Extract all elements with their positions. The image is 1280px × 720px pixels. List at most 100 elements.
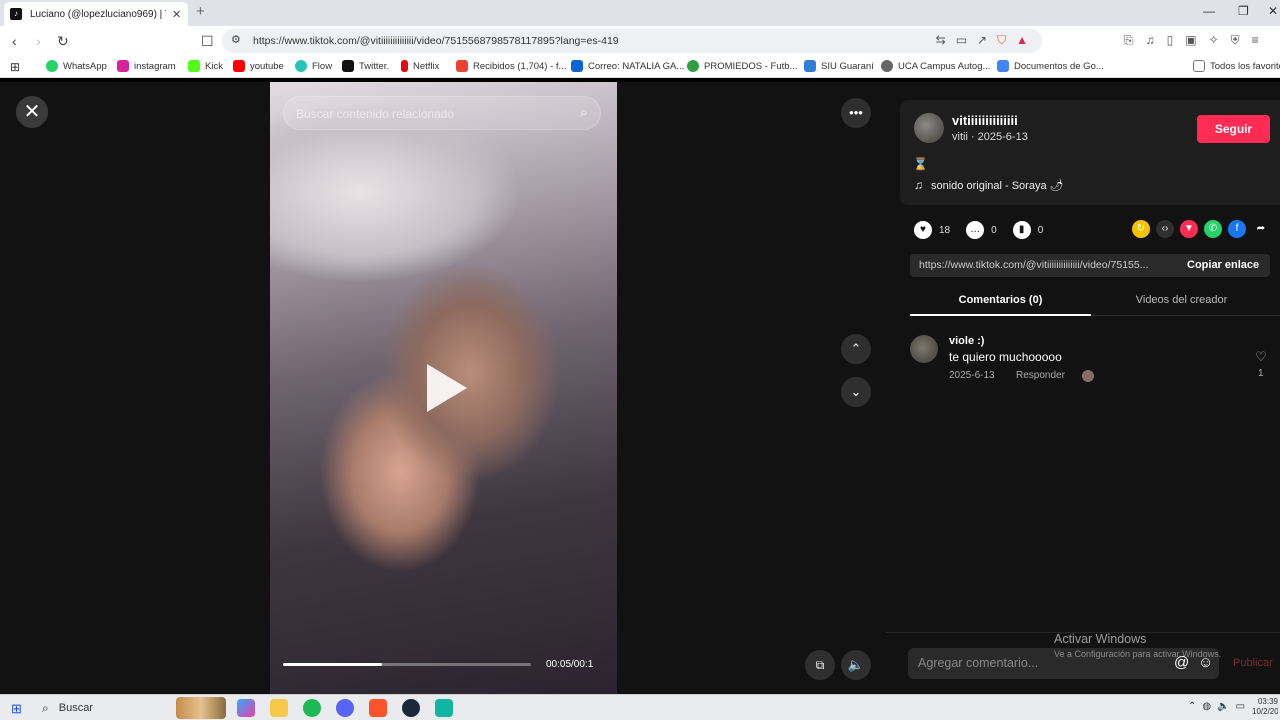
translate-icon[interactable]: ⇆ [936, 33, 946, 48]
url-text[interactable]: https://www.tiktok.com/@vitiiiiiiiiiiiii… [253, 35, 619, 47]
vpn-icon[interactable]: ⛨ [1231, 33, 1240, 48]
close-video-button[interactable]: ✕ [16, 96, 48, 128]
post-comment-button[interactable]: Publicar [1233, 657, 1273, 669]
search-icon[interactable]: ⌕ [580, 104, 588, 121]
bookmark-gmail[interactable]: Recibidos (1,704) - f... [456, 60, 566, 72]
apps-icon[interactable]: ⊞ [10, 60, 20, 74]
taskbar-clock[interactable]: 03:39 10/2/2025 [1252, 697, 1278, 717]
bookmark-all-favorites[interactable]: Todos los favoritos [1193, 60, 1280, 72]
bookmark-netflix[interactable]: Netflix [401, 60, 439, 72]
commenter-name[interactable]: viole :) [949, 335, 984, 347]
media-icon[interactable]: ♫ [1146, 33, 1155, 48]
send-icon[interactable]: ▼ [1180, 220, 1198, 238]
windows-start-icon[interactable]: ⊞ [11, 701, 22, 717]
browser-tab[interactable]: ♪ Luciano (@lopezluciano969) | Tik ✕ [4, 2, 188, 26]
tray-volume-icon[interactable]: 🔈 [1217, 701, 1229, 712]
spotify-icon[interactable] [303, 699, 321, 717]
more-options-button[interactable]: ••• [841, 98, 871, 128]
pip-button[interactable]: ⧉ [805, 650, 835, 680]
video-time: 00:05/00:1 [546, 659, 594, 670]
bookmark-outlook[interactable]: Correo: NATALIA GA... [571, 60, 684, 72]
copilot-icon[interactable] [237, 699, 255, 717]
bookmark-twitter[interactable]: Twitter. [342, 60, 389, 72]
bookmark-icon[interactable]: ☐ [201, 33, 214, 50]
sidebar-icon[interactable]: ▯ [1167, 33, 1174, 48]
copy-link-button[interactable]: Copiar enlace [1187, 259, 1259, 271]
bookmark-instagram[interactable]: instagram [117, 60, 176, 72]
save-count: 0 [1037, 224, 1044, 236]
author-avatar[interactable] [914, 113, 944, 143]
tab-close-icon[interactable]: ✕ [172, 8, 181, 21]
facebook-icon[interactable]: f [1228, 220, 1246, 238]
music-link[interactable]: ♫ sonido original - Soraya 🌶 [914, 178, 1064, 192]
discord-icon[interactable] [336, 699, 354, 717]
instagram-icon [117, 60, 129, 72]
app-icon[interactable] [435, 699, 453, 717]
forward-icon[interactable]: › [36, 33, 41, 49]
save-button[interactable]: ▮ 0 [1012, 221, 1044, 239]
site-info-icon[interactable]: ⚙ [231, 33, 241, 46]
previous-video-button[interactable]: ⌃ [841, 334, 871, 364]
tab-creator-videos[interactable]: Videos del creador [1091, 294, 1272, 306]
video-progress-fill [283, 663, 383, 666]
active-tab-indicator [910, 314, 1091, 316]
tray-network-icon[interactable]: ◍ [1202, 701, 1211, 712]
taskbar-search-icon: ⌕ [42, 700, 49, 715]
repost-icon[interactable]: ↻ [1132, 220, 1150, 238]
wallet-icon[interactable]: ▣ [1185, 33, 1196, 48]
outlook-icon [571, 60, 583, 72]
next-video-button[interactable]: ⌄ [841, 377, 871, 407]
youtube-icon [233, 60, 245, 72]
author-name[interactable]: vitiiiiiiiiiiiiii [952, 113, 1018, 128]
bookmark-uca[interactable]: UCA Campus Autog... [881, 60, 990, 72]
whatsapp-share-icon[interactable]: ✆ [1204, 220, 1222, 238]
video-player[interactable]: Buscar contenido relacionado ⌕ 00:05/00:… [270, 82, 617, 694]
bookmark-siu[interactable]: SIU Guaraní [804, 60, 874, 72]
activate-windows-title: Activar Windows [1054, 632, 1147, 646]
volume-button[interactable]: 🔈 [841, 650, 871, 680]
steam-icon[interactable] [402, 699, 420, 717]
bookmark-kick[interactable]: Kick [188, 60, 223, 72]
embed-icon[interactable]: ‹› [1156, 220, 1174, 238]
share-arrow-icon[interactable]: ➦ [1252, 220, 1270, 238]
cast-icon[interactable]: ▭ [956, 33, 967, 48]
like-count: 18 [939, 224, 951, 236]
bookmark-docs[interactable]: Documentos de Go... [997, 60, 1104, 72]
share-page-icon[interactable]: ↗ [977, 33, 987, 48]
comment-like-icon[interactable]: ♡ [1254, 349, 1268, 365]
related-search-input[interactable]: Buscar contenido relacionado ⌕ [283, 96, 601, 130]
file-explorer-icon[interactable] [270, 699, 288, 717]
new-tab-icon[interactable]: + [196, 3, 205, 20]
follow-button[interactable]: Seguir [1197, 115, 1270, 143]
like-button[interactable]: ♥ 18 [914, 221, 950, 239]
bookmark-promiedos[interactable]: PROMIEDOS - Futb... [687, 60, 797, 72]
url-bar[interactable]: ⚙ https://www.tiktok.com/@vitiiiiiiiiiii… [222, 29, 1042, 53]
comment-button[interactable]: … 0 [966, 221, 997, 239]
menu-icon[interactable]: ≡ [1252, 33, 1259, 48]
brave-shields-icon[interactable]: ⛉ [997, 33, 1006, 48]
leo-icon[interactable]: ✧ [1209, 33, 1219, 48]
tab-comments[interactable]: Comentarios (0) [910, 294, 1091, 306]
minimize-icon[interactable]: — [1203, 4, 1215, 18]
brave-rewards-icon[interactable]: ▲ [1016, 33, 1028, 48]
bookmark-youtube[interactable]: youtube [233, 60, 284, 72]
commenter-avatar[interactable] [910, 335, 938, 363]
comment-count: 0 [991, 224, 997, 236]
brave-icon[interactable] [369, 699, 387, 717]
tray-chevron-icon[interactable]: ⌃ [1188, 701, 1196, 712]
comment-like-count: 1 [1258, 368, 1264, 379]
music-note-icon: ♫ [914, 178, 923, 192]
video-progress-bar[interactable] [283, 663, 531, 666]
back-icon[interactable]: ‹ [12, 33, 17, 49]
screenshot-icon[interactable]: ⎘ [1124, 33, 1134, 48]
bookmark-flow[interactable]: Flow [295, 60, 332, 72]
bookmark-whatsapp[interactable]: WhatsApp [46, 60, 107, 72]
tray-battery-icon[interactable]: ▭ [1236, 701, 1245, 712]
search-highlight-image[interactable] [176, 697, 226, 719]
reload-icon[interactable]: ↻ [57, 33, 69, 50]
video-link[interactable]: https://www.tiktok.com/@vitiiiiiiiiiiiii… [919, 259, 1177, 271]
reply-button[interactable]: Responder [1016, 370, 1065, 381]
play-icon[interactable] [427, 364, 467, 412]
window-close-icon[interactable]: ✕ [1268, 4, 1278, 18]
maximize-icon[interactable]: ❐ [1238, 4, 1249, 18]
